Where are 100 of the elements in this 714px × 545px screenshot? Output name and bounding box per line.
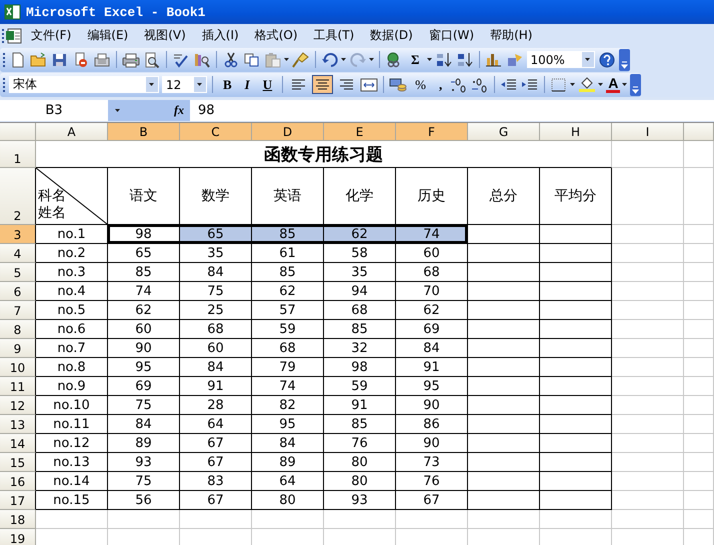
- row-header[interactable]: 7: [0, 301, 36, 320]
- workbook-icon[interactable]: [5, 28, 23, 44]
- row-header[interactable]: 17: [0, 491, 36, 510]
- help-icon[interactable]: [598, 52, 616, 68]
- formula-input[interactable]: 98: [190, 100, 215, 121]
- empty-cell[interactable]: [540, 377, 612, 396]
- empty-cell[interactable]: [468, 301, 540, 320]
- empty-cell[interactable]: [468, 472, 540, 491]
- merge-center-icon[interactable]: [360, 76, 378, 92]
- increase-decimal-icon[interactable]: [450, 76, 468, 92]
- menu-item[interactable]: 编辑(E): [79, 27, 136, 44]
- caret-icon[interactable]: [341, 58, 346, 61]
- menu-item[interactable]: 视图(V): [136, 27, 194, 44]
- chart-icon[interactable]: [484, 52, 502, 68]
- empty-cell[interactable]: [540, 320, 612, 339]
- toolbar-grip-icon[interactable]: [3, 52, 6, 67]
- caret-icon[interactable]: [369, 58, 374, 61]
- fill-color-icon[interactable]: [578, 76, 596, 92]
- column-header[interactable]: E: [324, 123, 396, 141]
- print-icon[interactable]: [122, 52, 140, 68]
- empty-cell[interactable]: [468, 282, 540, 301]
- column-header[interactable]: B: [108, 123, 180, 141]
- menu-item[interactable]: 帮助(H): [482, 27, 540, 44]
- row-header[interactable]: 4: [0, 244, 36, 263]
- caret-icon[interactable]: [197, 83, 202, 86]
- column-header[interactable]: F: [396, 123, 468, 141]
- column-header[interactable]: A: [36, 123, 108, 141]
- empty-cell[interactable]: [468, 320, 540, 339]
- underline-button[interactable]: U: [258, 76, 278, 94]
- empty-cell[interactable]: [468, 263, 540, 282]
- row-header[interactable]: 11: [0, 377, 36, 396]
- empty-cell[interactable]: [468, 358, 540, 377]
- row-header[interactable]: 10: [0, 358, 36, 377]
- bold-button[interactable]: B: [218, 76, 237, 94]
- empty-cell[interactable]: [468, 396, 540, 415]
- column-header[interactable]: G: [468, 123, 540, 141]
- document-icon[interactable]: [93, 52, 111, 68]
- toolbar-options-icon[interactable]: [618, 48, 630, 70]
- menu-item[interactable]: 插入(I): [194, 27, 247, 44]
- borders-icon[interactable]: [550, 76, 568, 92]
- align-center-button[interactable]: [312, 75, 334, 94]
- row-header[interactable]: 18: [0, 510, 36, 529]
- empty-cell[interactable]: [468, 491, 540, 510]
- caret-icon[interactable]: [584, 58, 590, 61]
- font-dropdown[interactable]: 宋体: [9, 76, 159, 93]
- zoom-dropdown[interactable]: 100%: [526, 51, 594, 68]
- autosum-button[interactable]: Σ: [406, 50, 424, 68]
- sort-descending-icon[interactable]: [456, 52, 474, 68]
- spelling-icon[interactable]: [172, 52, 190, 68]
- menu-item[interactable]: 窗口(W): [420, 27, 482, 44]
- empty-cell[interactable]: [540, 225, 612, 244]
- empty-cell[interactable]: [468, 244, 540, 263]
- row-header[interactable]: 19: [0, 529, 36, 545]
- column-header[interactable]: H: [540, 123, 612, 141]
- decrease-decimal-icon[interactable]: [471, 76, 490, 92]
- row-header[interactable]: 12: [0, 396, 36, 415]
- menu-item[interactable]: 工具(T): [306, 27, 362, 44]
- empty-cell[interactable]: [540, 282, 612, 301]
- currency-icon[interactable]: [389, 76, 408, 92]
- row-header[interactable]: 8: [0, 320, 36, 339]
- column-header[interactable]: I: [612, 123, 684, 141]
- caret-icon[interactable]: [426, 58, 432, 61]
- sort-ascending-icon[interactable]: [434, 52, 452, 68]
- empty-cell[interactable]: [540, 415, 612, 434]
- empty-cell[interactable]: [468, 434, 540, 453]
- empty-cell[interactable]: [540, 396, 612, 415]
- insert-function-button[interactable]: fx: [174, 103, 184, 118]
- caret-icon[interactable]: [570, 83, 576, 86]
- percent-button[interactable]: %: [410, 76, 431, 94]
- empty-cell[interactable]: [540, 434, 612, 453]
- row-header[interactable]: 1: [0, 141, 36, 168]
- empty-cell[interactable]: [540, 453, 612, 472]
- print-preview-icon[interactable]: [143, 52, 161, 68]
- empty-cell[interactable]: [540, 244, 612, 263]
- empty-cell[interactable]: [540, 472, 612, 491]
- empty-cell[interactable]: [540, 301, 612, 320]
- font-color-button[interactable]: A: [606, 76, 620, 92]
- format-painter-icon[interactable]: [292, 52, 310, 68]
- column-header[interactable]: D: [252, 123, 324, 141]
- comma-button[interactable]: ,: [434, 76, 448, 94]
- row-header[interactable]: 5: [0, 263, 36, 282]
- empty-cell[interactable]: [468, 415, 540, 434]
- caret-icon[interactable]: [115, 109, 120, 112]
- empty-cell[interactable]: [540, 339, 612, 358]
- empty-cell[interactable]: [540, 263, 612, 282]
- caret-icon[interactable]: [622, 83, 628, 86]
- copy-icon[interactable]: [243, 52, 261, 68]
- menu-item[interactable]: 格式(O): [246, 27, 306, 44]
- open-folder-icon[interactable]: [30, 52, 48, 68]
- empty-cell[interactable]: [468, 377, 540, 396]
- toolbar-options-icon[interactable]: [630, 74, 642, 96]
- row-header[interactable]: 2: [0, 168, 36, 225]
- undo-icon[interactable]: [321, 52, 339, 68]
- empty-cell[interactable]: [468, 453, 540, 472]
- decrease-indent-icon[interactable]: [500, 76, 518, 92]
- cut-icon[interactable]: [222, 52, 240, 68]
- empty-cell[interactable]: [540, 491, 612, 510]
- empty-cell[interactable]: [468, 339, 540, 358]
- empty-cell[interactable]: [540, 358, 612, 377]
- row-header[interactable]: 6: [0, 282, 36, 301]
